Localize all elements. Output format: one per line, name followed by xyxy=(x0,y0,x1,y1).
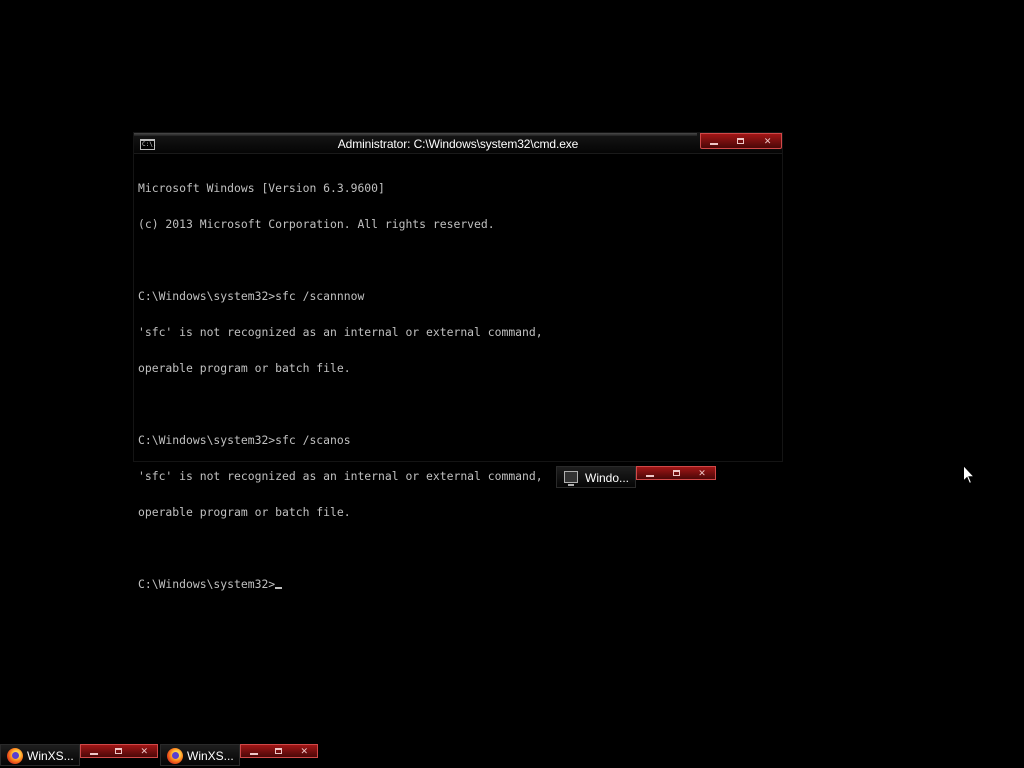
minimize-icon xyxy=(646,474,654,477)
taskbar-item-body[interactable]: WinXS... xyxy=(0,744,80,766)
maximize-button[interactable] xyxy=(668,469,684,478)
close-button[interactable]: ✕ xyxy=(760,135,776,146)
minimize-button[interactable] xyxy=(86,747,102,756)
taskbar-item[interactable]: WinXS... ✕ xyxy=(0,744,158,766)
close-button[interactable]: ✕ xyxy=(136,745,152,756)
firefox-icon xyxy=(7,748,23,764)
title-bar-highlight xyxy=(134,133,697,136)
close-icon: ✕ xyxy=(763,135,772,146)
taskbar-item-body[interactable]: WinXS... xyxy=(160,744,240,766)
window-title: Administrator: C:\Windows\system32\cmd.e… xyxy=(337,137,579,151)
taskbar-item-caption-buttons: ✕ xyxy=(80,744,158,758)
caption-buttons: ✕ xyxy=(700,133,782,149)
console-line: C:\Windows\system32>sfc /scanos xyxy=(138,433,351,447)
minimized-window-label: Windo... xyxy=(585,471,630,485)
close-icon: ✕ xyxy=(698,467,706,478)
computer-icon xyxy=(564,471,578,486)
minimize-button[interactable] xyxy=(246,747,262,756)
taskbar-item[interactable]: WinXS... ✕ xyxy=(160,744,318,766)
minimized-window-body[interactable]: Windo... xyxy=(556,466,636,488)
taskbar-item-label: WinXS... xyxy=(187,749,234,763)
prompt-line[interactable]: C:\Windows\system32> xyxy=(138,578,778,590)
mouse-pointer-icon xyxy=(963,465,975,485)
minimize-icon xyxy=(710,142,719,145)
title-bar[interactable]: C:\. Administrator: C:\Windows\system32\… xyxy=(134,133,782,154)
maximize-icon xyxy=(115,748,123,754)
minimize-icon xyxy=(89,752,98,755)
firefox-icon xyxy=(167,748,183,764)
close-icon: ✕ xyxy=(300,745,309,756)
console-line: C:\Windows\system32>sfc /scannnow xyxy=(138,289,365,303)
taskbar-item-caption-buttons: ✕ xyxy=(240,744,318,758)
minimized-window[interactable]: Windo... ✕ xyxy=(556,466,716,488)
close-icon: ✕ xyxy=(140,745,149,756)
maximize-button[interactable] xyxy=(733,137,749,146)
minimize-button[interactable] xyxy=(706,137,722,146)
prompt-text: C:\Windows\system32> xyxy=(138,577,276,591)
close-button[interactable]: ✕ xyxy=(694,467,710,478)
maximize-icon xyxy=(672,470,680,476)
taskbar-item-label: WinXS... xyxy=(27,749,74,763)
text-cursor xyxy=(275,587,283,589)
minimized-window-caption-buttons: ✕ xyxy=(636,466,716,480)
restore-button[interactable] xyxy=(642,469,658,478)
maximize-icon xyxy=(737,138,745,144)
minimize-icon xyxy=(249,752,258,755)
console-line: operable program or batch file. xyxy=(138,505,351,519)
console-line: 'sfc' is not recognized as an internal o… xyxy=(138,325,543,339)
console-output[interactable]: Microsoft Windows [Version 6.3.9600] (c)… xyxy=(138,158,778,590)
maximize-icon xyxy=(275,748,283,754)
console-line: (c) 2013 Microsoft Corporation. All righ… xyxy=(138,217,495,231)
maximize-button[interactable] xyxy=(271,747,287,756)
cmd-window[interactable]: C:\. Administrator: C:\Windows\system32\… xyxy=(133,132,783,590)
console-line: operable program or batch file. xyxy=(138,361,351,375)
close-button[interactable]: ✕ xyxy=(296,745,312,756)
maximize-button[interactable] xyxy=(111,747,127,756)
console-line: Microsoft Windows [Version 6.3.9600] xyxy=(138,181,385,195)
